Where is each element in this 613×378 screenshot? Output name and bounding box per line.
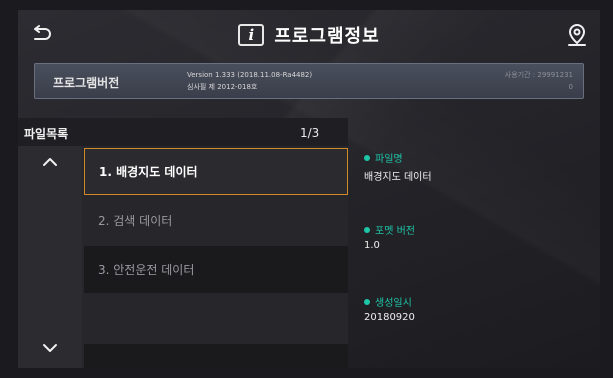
- scroll-nav: [18, 146, 82, 368]
- format-version-field: 포멧 버전 1.0: [364, 222, 584, 294]
- certification-number: 심사필 제 2012-018호: [187, 83, 258, 91]
- file-item-label: 2. 검색 데이터: [98, 214, 173, 228]
- usage-period-extra: 0: [568, 83, 573, 91]
- bullet-icon: [364, 226, 370, 233]
- version-number: Version 1.333 (2018.11.08-Ra4482): [187, 71, 313, 79]
- file-list-panel: 파일목록 1/3 1. 배경지도 데이터 2. 검색 데이터 3. 안전운전 데…: [18, 118, 348, 368]
- file-item-background-map[interactable]: 1. 배경지도 데이터: [84, 148, 348, 195]
- scroll-up-button[interactable]: [38, 150, 62, 174]
- scroll-down-button[interactable]: [38, 336, 62, 360]
- filename-value: 배경지도 데이터: [364, 172, 432, 183]
- program-version-label: 프로그램버전: [53, 76, 120, 90]
- file-item-label: 3. 안전운전 데이터: [98, 263, 195, 277]
- version-info: Version 1.333 (2018.11.08-Ra4482) 심사필 제 …: [187, 69, 312, 93]
- page-title: 프로그램정보: [274, 26, 380, 47]
- program-info-screen: i 프로그램정보 프로그램버전 Version 1.333 (2018.11.0…: [18, 10, 600, 368]
- bullet-icon: [364, 298, 370, 305]
- format-version-value: 1.0: [364, 240, 380, 251]
- filename-field: 파일명 배경지도 데이터: [364, 150, 584, 222]
- file-item-search[interactable]: 2. 검색 데이터: [84, 197, 348, 244]
- location-pin-icon: [568, 23, 586, 46]
- location-button[interactable]: [564, 22, 590, 48]
- created-date-field: 생성일시 20180920: [364, 294, 584, 323]
- file-item-label: 1. 배경지도 데이터: [99, 165, 198, 179]
- file-item-empty: [84, 344, 348, 368]
- file-list-header: 파일목록 1/3: [18, 118, 348, 146]
- page-indicator: 1/3: [300, 126, 320, 140]
- chevron-down-icon: [43, 344, 57, 352]
- file-details: 파일명 배경지도 데이터 포멧 버전 1.0 생성일시 20180920: [364, 150, 584, 323]
- usage-period-date: 사용기간 : 29991231: [504, 71, 573, 79]
- file-list: 1. 배경지도 데이터 2. 검색 데이터 3. 안전운전 데이터: [84, 148, 348, 368]
- chevron-up-icon: [43, 158, 57, 166]
- created-date-label: 생성일시: [375, 298, 412, 309]
- file-item-safe-driving[interactable]: 3. 안전운전 데이터: [84, 246, 348, 293]
- format-version-label: 포멧 버전: [375, 226, 415, 237]
- file-item-empty: [84, 295, 348, 342]
- file-list-title: 파일목록: [24, 127, 69, 141]
- usage-period: 사용기간 : 29991231 0: [505, 69, 573, 93]
- bullet-icon: [364, 154, 370, 161]
- info-icon: i: [238, 24, 265, 46]
- header: i 프로그램정보: [18, 10, 600, 62]
- program-version-bar: 프로그램버전 Version 1.333 (2018.11.08-Ra4482)…: [34, 63, 584, 99]
- filename-label: 파일명: [375, 154, 403, 165]
- created-date-value: 20180920: [364, 312, 415, 323]
